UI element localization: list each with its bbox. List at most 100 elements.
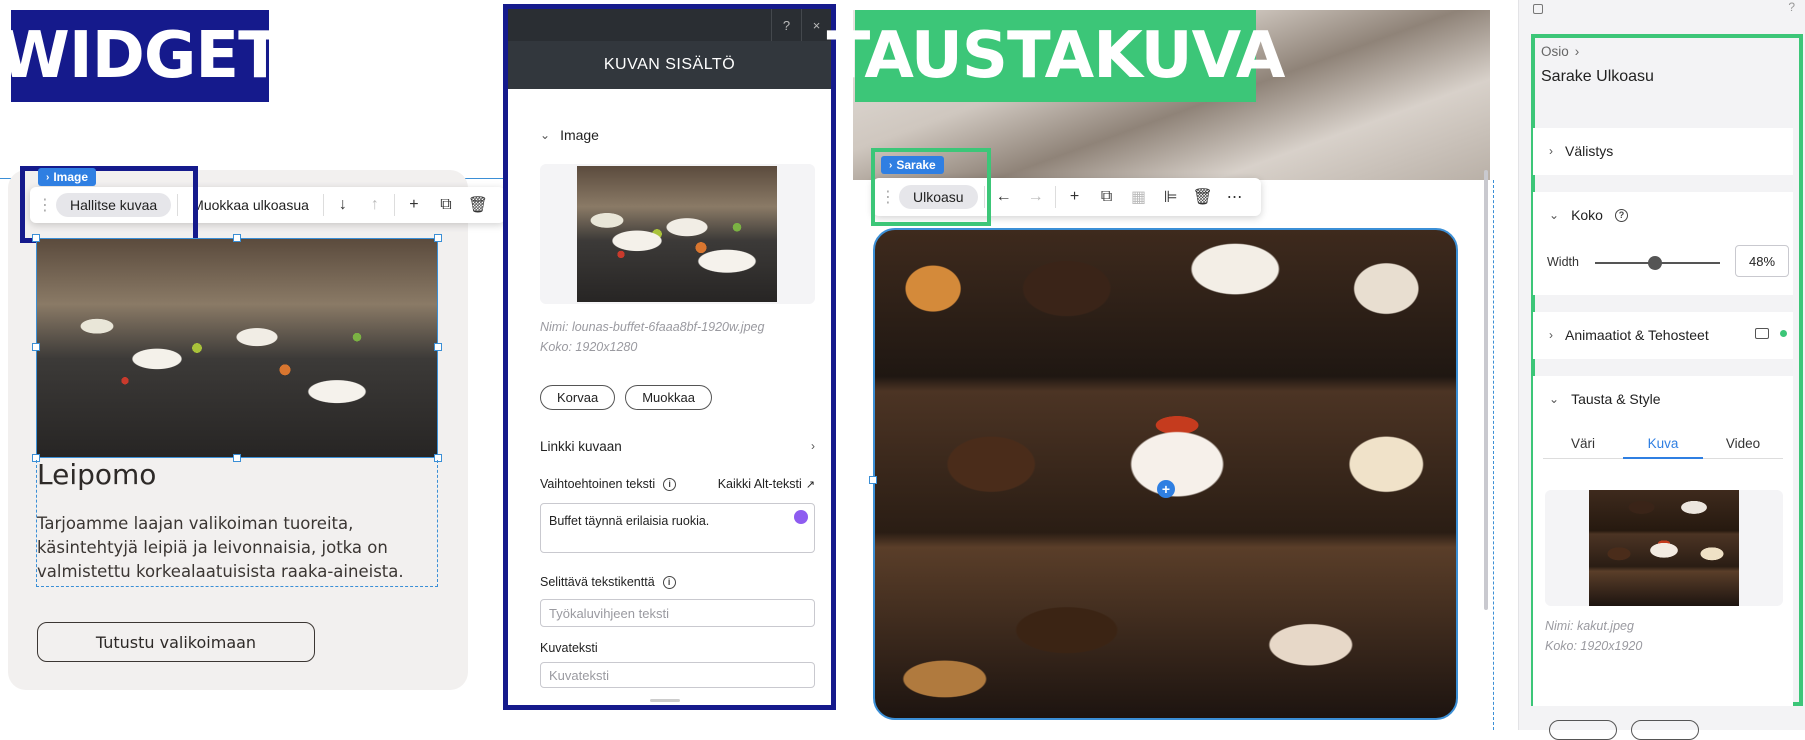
animations-section[interactable]: › Animaatiot & Tehosteet: [1533, 312, 1793, 359]
caption-label: Kuvateksti: [540, 641, 598, 655]
browse-selection-button[interactable]: Tutustu valikoimaan: [37, 622, 315, 662]
tab-video[interactable]: Video: [1703, 436, 1783, 451]
size-header[interactable]: ⌄ Koko ?: [1549, 207, 1628, 223]
widget-banner-text: WIDGET: [0, 19, 282, 93]
canvas-scrollbar[interactable]: [1484, 170, 1488, 610]
panel-title: Sarake Ulkoasu: [1541, 68, 1654, 85]
arrow-left-icon[interactable]: ←: [991, 184, 1017, 210]
background-image-thumbnail[interactable]: [1589, 490, 1739, 606]
resize-handle[interactable]: [233, 234, 241, 242]
edit-button[interactable]: Muokkaa: [625, 385, 712, 410]
column-layout-panel: ? Osio › Sarake Ulkoasu › Välistys ⌄ Kok…: [1518, 0, 1805, 740]
help-icon[interactable]: ?: [771, 9, 801, 41]
chevron-right-icon: ›: [1549, 144, 1553, 158]
size-section: ⌄ Koko ? Width 48%: [1533, 192, 1793, 295]
tab-active-indicator: [1623, 457, 1703, 459]
chevron-right-icon: ›: [1549, 328, 1553, 342]
dialog-title: KUVAN SISÄLTÖ: [508, 41, 831, 89]
replace-image-button[interactable]: [1549, 720, 1617, 740]
column-tag[interactable]: › Sarake: [881, 156, 944, 174]
image-content-dialog: ? × KUVAN SISÄLTÖ ⌄ Image Nimi: lounas-b…: [503, 4, 836, 710]
toolbar-divider: [322, 194, 324, 216]
background-style-section: ⌄ Tausta & Style Väri Kuva Video Nimi: k…: [1533, 376, 1793, 706]
dialog-topbar: ? ×: [508, 9, 831, 41]
toolbar-divider: [393, 194, 395, 216]
size-label: Koko: [1571, 207, 1603, 223]
image-preview[interactable]: [577, 166, 777, 302]
section-heading: Leipomo: [37, 458, 157, 491]
duplicate-icon[interactable]: ⧉: [1094, 184, 1120, 210]
image-name: Nimi: lounas-buffet-6faaa8bf-1920w.jpeg: [540, 320, 765, 334]
edit-image-button[interactable]: [1631, 720, 1699, 740]
chevron-right-icon: ›: [889, 159, 893, 171]
left-editor-canvas: WIDGET ⋮ Hallitse kuvaa Muokkaa ulkoasua…: [0, 0, 505, 730]
image-size: Koko: 1920x1280: [540, 340, 638, 354]
background-image-name: Nimi: kakut.jpeg: [1545, 619, 1634, 633]
image-meta: Nimi: lounas-buffet-6faaa8bf-1920w.jpeg …: [540, 317, 764, 357]
column-tag-label: Sarake: [896, 158, 936, 172]
background-style-label: Tausta & Style: [1571, 391, 1661, 407]
add-element-icon[interactable]: +: [1157, 480, 1175, 498]
image-tag-label: Image: [53, 170, 89, 184]
all-alt-text-link[interactable]: Kaikki Alt-teksti ↗: [718, 477, 815, 491]
more-icon[interactable]: ⋯: [1222, 184, 1248, 210]
image-link-row[interactable]: Linkki kuvaan ›: [540, 439, 815, 454]
ai-assistant-icon[interactable]: [794, 510, 808, 524]
delete-icon[interactable]: 🗑: [465, 192, 491, 218]
alt-text-label: Vaihtoehtoinen teksti: [540, 477, 656, 491]
breadcrumb-item: Osio: [1541, 44, 1569, 59]
widget-banner: WIDGET: [0, 10, 282, 102]
caption-input[interactable]: Kuvateksti: [540, 662, 815, 688]
breadcrumb[interactable]: Osio ›: [1541, 44, 1579, 59]
arrow-right-icon[interactable]: →: [1023, 184, 1049, 210]
background-image-frame: [1545, 490, 1783, 606]
spacing-section[interactable]: › Välistys: [1533, 128, 1793, 175]
resize-handle[interactable]: [32, 234, 40, 242]
active-dot-icon: [1780, 330, 1787, 337]
background-style-header[interactable]: ⌄ Tausta & Style: [1549, 391, 1661, 407]
resize-handle[interactable]: [32, 343, 40, 351]
alt-text-row: Vaihtoehtoinen teksti i Kaikki Alt-tekst…: [540, 477, 815, 491]
resize-handle[interactable]: [434, 234, 442, 242]
duplicate-icon[interactable]: ⧉: [433, 192, 459, 218]
resize-grip[interactable]: [650, 699, 680, 702]
section-body-text: Tarjoamme laajan valikoiman tuoreita, kä…: [37, 514, 404, 581]
align-left-icon[interactable]: ⊫: [1158, 184, 1184, 210]
delete-icon[interactable]: 🗑: [1190, 184, 1216, 210]
dialog-body: ⌄ Image Nimi: lounas-buffet-6faaa8bf-192…: [520, 109, 819, 705]
image-section-header[interactable]: ⌄ Image: [540, 127, 599, 143]
background-editor-canvas: TAUSTAKUVA ⋮ Ulkoasu ← → + ⧉ ▦ ⊫ 🗑 ⋯ › S…: [827, 10, 1494, 730]
edit-layout-button[interactable]: Muokkaa ulkoasua: [184, 197, 317, 213]
chevron-right-icon: ›: [811, 439, 815, 453]
background-banner: TAUSTAKUVA: [827, 10, 1285, 102]
resize-handle[interactable]: [434, 343, 442, 351]
panel-layout-icon[interactable]: [1533, 4, 1543, 14]
buffet-image[interactable]: [36, 238, 438, 458]
layers-icon[interactable]: ▦: [1126, 184, 1152, 210]
background-banner-text: TAUSTAKUVA: [826, 19, 1286, 93]
chevron-down-icon: ⌄: [540, 128, 551, 142]
column-guide: [1493, 180, 1494, 730]
move-up-icon[interactable]: ↑: [362, 192, 388, 218]
width-label: Width: [1547, 255, 1579, 269]
resize-handle[interactable]: [869, 476, 877, 484]
panel-help-icon[interactable]: ?: [1788, 0, 1795, 14]
image-tag[interactable]: › Image: [38, 168, 97, 186]
info-icon[interactable]: i: [662, 575, 676, 589]
help-circle-icon[interactable]: ?: [1614, 208, 1628, 222]
tab-color[interactable]: Väri: [1543, 436, 1623, 451]
replace-button[interactable]: Korvaa: [540, 385, 616, 410]
cakes-background-image[interactable]: [873, 228, 1458, 720]
image-preview-frame: [540, 164, 815, 304]
move-down-icon[interactable]: ↓: [330, 192, 356, 218]
add-icon[interactable]: +: [401, 192, 427, 218]
width-slider-knob[interactable]: [1648, 256, 1662, 270]
chevron-right-icon: ›: [46, 171, 50, 183]
add-icon[interactable]: +: [1062, 184, 1088, 210]
info-icon[interactable]: i: [663, 477, 677, 491]
alt-text-input[interactable]: Buffet täynnä erilaisia ruokia.: [540, 503, 815, 553]
animations-label: Animaatiot & Tehosteet: [1565, 327, 1709, 343]
tab-image[interactable]: Kuva: [1623, 436, 1703, 451]
tooltip-input[interactable]: Työkaluvihjeen teksti: [540, 599, 815, 627]
width-input[interactable]: 48%: [1735, 245, 1789, 277]
